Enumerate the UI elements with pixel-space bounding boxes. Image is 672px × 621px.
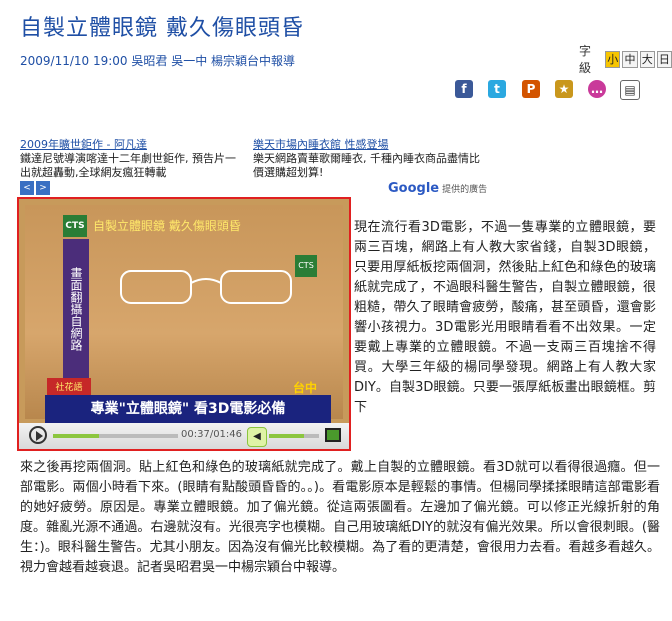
ad-text-1: 鐵達尼號導演喀達十二年劇世鉅作, 預告片一出就超轟動,全球網友瘋狂轉載 [20,152,236,179]
print-icon[interactable]: ▤ [620,80,640,100]
plurk-icon[interactable]: P [522,80,540,98]
google-logo: Google [388,181,440,196]
volume-level [269,434,304,438]
font-size-large-button[interactable]: 大 [639,50,655,68]
font-size-medium-button[interactable]: 中 [622,50,638,68]
font-size-label: 字級 [579,44,592,75]
video-location: 台中 [293,381,318,395]
video-caption: 自製立體眼鏡 戴久傷眼頭昏 [93,219,241,233]
seek-progress [53,434,100,438]
prev-arrow-icon[interactable]: < [20,181,34,195]
font-size-small-button[interactable]: 小 [605,50,621,68]
play-icon[interactable] [29,426,47,444]
ad-block-2: 樂天市場內睡衣館 性感登場 樂天網路賣華歌爾睡衣, 千種內睡衣商品盡情比價選購超… [253,138,481,180]
article-body-bottom: 來之後再挖兩個洞。貼上紅色和綠色的玻璃紙就完成了。戴上自製的立體眼鏡。看3D就可… [20,460,660,575]
video-player[interactable]: CTS 自製立體眼鏡 戴久傷眼頭昏 CTS 畫面翻攝自網路 社花語 22/28 … [17,197,351,451]
video-time: 00:37/01:46 [181,429,243,440]
volume-slider[interactable] [269,434,319,438]
volume-icon[interactable]: ◀ [247,427,267,447]
ad-nav: < > [20,181,50,195]
ad-headline-1[interactable]: 2009年曠世鉅作 - 阿凡達 [20,138,245,152]
trophy-icon[interactable]: ★ [555,80,573,98]
ad-headline-2[interactable]: 樂天市場內睡衣館 性感登場 [253,138,481,152]
article-body-top: 現在流行看3D電影，不過一隻專業的立體眼鏡，要兩三百塊，網路上有人教大家省錢，自… [354,220,656,415]
article-title: 自製立體眼鏡 戴久傷眼頭昏 [20,16,304,41]
video-controls: 00:37/01:46 ◀ [19,423,349,449]
video-vertical-caption: 畫面翻攝自網路 [63,239,89,379]
facebook-icon[interactable]: f [455,80,473,98]
google-ads-label: Google 提供的廣告 [388,181,487,196]
comment-icon[interactable]: … [588,80,606,98]
font-size-day-button[interactable]: 日 [656,50,672,68]
google-ads-sub: 提供的廣告 [442,185,488,195]
twitter-icon[interactable]: t [488,80,506,98]
glasses-image [120,270,292,304]
next-arrow-icon[interactable]: > [36,181,50,195]
ad-block-1: 2009年曠世鉅作 - 阿凡達 鐵達尼號導演喀達十二年劇世鉅作, 預告片一出就超… [20,138,245,180]
video-banner: 專業"立體眼鏡" 看3D電影必備 [45,395,331,423]
video-frame[interactable]: CTS 自製立體眼鏡 戴久傷眼頭昏 CTS 畫面翻攝自網路 社花語 22/28 … [25,205,343,423]
channel-logo: CTS [63,215,87,237]
article-meta: 2009/11/10 19:00 吳昭君 吳一中 楊宗穎台中報導 [20,54,296,68]
font-size-selector: 字級 小 中 大 日 [579,42,672,76]
ad-text-2: 樂天網路賣華歌爾睡衣, 千種內睡衣商品盡情比價選購超划算! [253,152,480,179]
fullscreen-icon[interactable] [325,428,341,442]
seek-bar[interactable] [53,434,178,438]
